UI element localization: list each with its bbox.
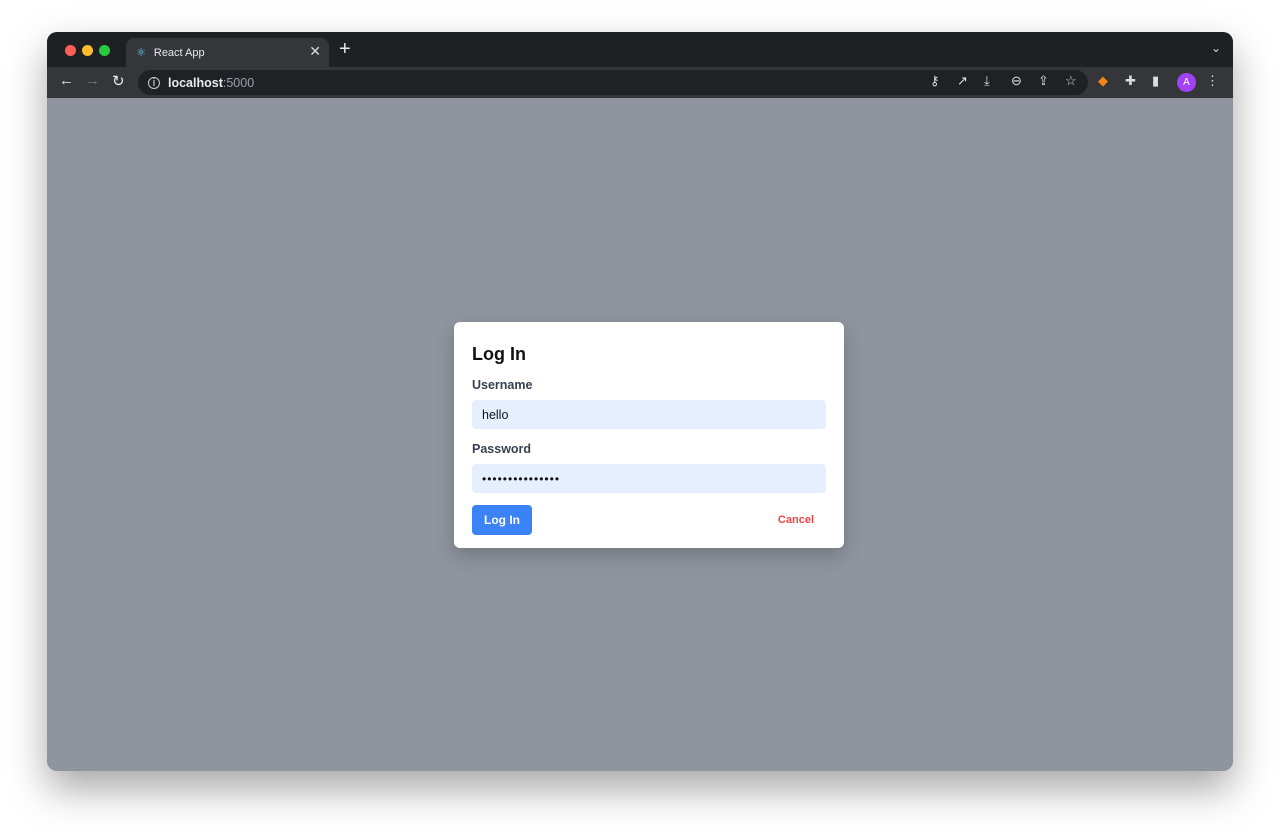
info-icon[interactable]: i [148, 76, 160, 89]
tab-bar: ⚛ React App ✕ + ⌄ [47, 32, 1233, 67]
forward-icon[interactable]: → [85, 72, 100, 89]
tab-search-chevron-icon[interactable]: ⌄ [1211, 41, 1221, 55]
new-tab-button[interactable]: + [339, 38, 351, 61]
minimize-window-button[interactable] [82, 45, 93, 56]
close-window-button[interactable] [65, 45, 76, 56]
dialog-title: Log In [472, 344, 526, 364]
maximize-window-button[interactable] [99, 45, 110, 56]
open-external-icon[interactable]: ↗ [957, 73, 968, 89]
react-logo-icon: ⚛ [136, 47, 146, 59]
back-icon[interactable]: ← [59, 72, 74, 89]
menu-kebab-icon[interactable]: ⋮ [1206, 73, 1219, 89]
install-icon[interactable]: ⤓ [984, 73, 990, 89]
login-dialog: Log In Username hello Password •••••••••… [454, 322, 844, 548]
avatar[interactable]: A [1177, 73, 1196, 92]
login-button[interactable]: Log In [472, 505, 532, 535]
url-host: localhost [168, 75, 223, 90]
url-port: :5000 [222, 75, 255, 90]
reload-icon[interactable]: ↻ [112, 72, 125, 90]
toolbar: ← → ↻ i localhost:5000 ⚷ ↗ ⤓ ⊖ ⇪ ☆ ◆ ✚ ▮… [47, 67, 1233, 98]
side-panel-icon[interactable]: ▮ [1152, 73, 1159, 89]
bookmark-star-icon[interactable]: ☆ [1065, 73, 1077, 89]
cancel-button[interactable]: Cancel [778, 514, 814, 526]
extensions-puzzle-icon[interactable]: ✚ [1125, 73, 1136, 89]
zoom-out-icon[interactable]: ⊖ [1011, 73, 1022, 89]
share-icon[interactable]: ⇪ [1038, 73, 1049, 89]
key-icon[interactable]: ⚷ [930, 73, 940, 89]
tab-title: React App [153, 46, 205, 59]
username-label: Username [472, 378, 533, 392]
close-tab-icon[interactable]: ✕ [309, 43, 321, 60]
browser-window: ⚛ React App ✕ + ⌄ ← → ↻ i localhost:5000… [47, 32, 1233, 771]
password-label: Password [472, 442, 532, 456]
username-input[interactable]: hello [472, 400, 826, 429]
address-bar[interactable]: i localhost:5000 [138, 70, 1088, 95]
tab-react-app[interactable]: ⚛ React App ✕ [126, 38, 329, 67]
metamask-fox-icon[interactable]: ◆ [1098, 73, 1108, 89]
password-input[interactable]: ••••••••••••••• [472, 464, 826, 493]
